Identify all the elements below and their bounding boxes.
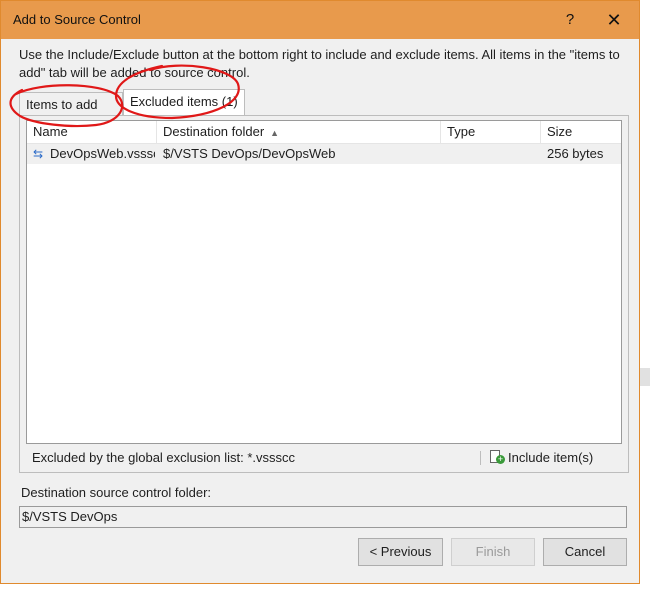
list-item-name-label: DevOpsWeb.vsssc (50, 146, 155, 161)
footer-divider (480, 451, 481, 465)
cancel-button[interactable]: Cancel (543, 538, 627, 566)
include-item-icon: + (490, 450, 505, 464)
column-header-name-label: Name (33, 124, 68, 139)
close-button[interactable]: ✕ (601, 7, 627, 33)
destination-folder-label: Destination source control folder: (21, 485, 212, 500)
column-header-destination-label: Destination folder (163, 124, 265, 139)
help-button[interactable]: ? (557, 7, 583, 33)
dialog-title: Add to Source Control (13, 12, 141, 27)
sort-ascending-icon: ▲ (270, 128, 280, 138)
instructions-text: Use the Include/Exclude button at the bo… (19, 47, 620, 80)
title-bar: Add to Source Control ? ✕ (1, 1, 639, 39)
list-item[interactable]: ⇆ DevOpsWeb.vsssc $/VSTS DevOps/DevOpsWeb… (27, 144, 621, 164)
column-header-type-label: Type (447, 124, 476, 139)
finish-button: Finish (451, 538, 535, 566)
column-header-size-label: Size (547, 124, 573, 139)
previous-button[interactable]: < Previous (358, 538, 443, 566)
column-header-name[interactable]: Name (27, 121, 157, 143)
column-header-type[interactable]: Type (441, 121, 541, 143)
list-footer: Excluded by the global exclusion list: *… (26, 448, 622, 468)
add-to-source-control-dialog: Add to Source Control ? ✕ Use the Includ… (0, 0, 640, 584)
column-header-size[interactable]: Size (541, 121, 621, 143)
tab-panel: Name Destination folder ▲ Type Size ⇆ DevO… (19, 115, 629, 473)
column-header-row: Name Destination folder ▲ Type Size (27, 121, 621, 144)
column-header-destination[interactable]: Destination folder ▲ (157, 121, 441, 143)
tab-excluded-items[interactable]: Excluded items (1) (123, 89, 245, 115)
destination-folder-field[interactable]: $/VSTS DevOps (19, 506, 627, 528)
source-control-file-icon: ⇆ (33, 147, 44, 161)
list-item-destination: $/VSTS DevOps/DevOpsWeb (163, 146, 336, 161)
include-items-label: Include item(s) (508, 450, 594, 465)
list-item-name: ⇆ DevOpsWeb.vsssc (33, 144, 155, 164)
exclusion-list-text: Excluded by the global exclusion list: *… (32, 450, 296, 465)
items-list[interactable]: Name Destination folder ▲ Type Size ⇆ DevO… (26, 120, 622, 444)
include-items-button[interactable]: + Include item(s) (490, 448, 593, 468)
list-item-size: 256 bytes (547, 146, 604, 161)
tab-items-to-add[interactable]: Items to add (0) (19, 92, 123, 136)
